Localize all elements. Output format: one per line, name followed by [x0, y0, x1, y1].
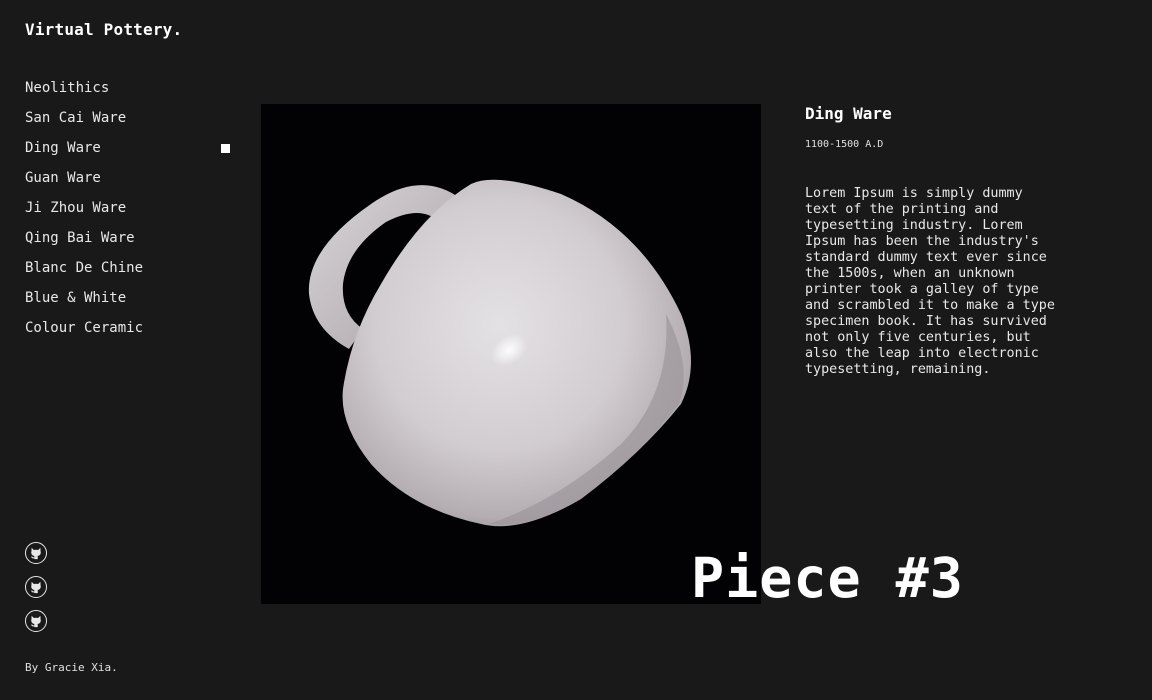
site-logo[interactable]: Virtual Pottery.: [25, 20, 182, 39]
piece-title: Ding Ware: [805, 104, 892, 123]
nav-item-label: Neolithics: [25, 80, 110, 96]
active-marker: [221, 144, 230, 153]
github-link[interactable]: [25, 610, 47, 632]
nav-item-label: Colour Ceramic: [25, 320, 144, 336]
nav-item-blue-and-white[interactable]: Blue & White: [25, 288, 235, 318]
github-icon: [31, 581, 41, 594]
social-links: [25, 542, 47, 644]
nav-item-label: Ding Ware: [25, 140, 101, 156]
sidebar-nav: Neolithics San Cai Ware Ding Ware Guan W…: [25, 78, 235, 348]
nav-item-label: Guan Ware: [25, 170, 101, 186]
nav-item-san-cai-ware[interactable]: San Cai Ware: [25, 108, 235, 138]
nav-item-blanc-de-chine[interactable]: Blanc De Chine: [25, 258, 235, 288]
piece-number-heading: Piece #3: [691, 546, 964, 610]
nav-item-ding-ware[interactable]: Ding Ware: [25, 138, 235, 168]
nav-item-qing-bai-ware[interactable]: Qing Bai Ware: [25, 228, 235, 258]
nav-item-ji-zhou-ware[interactable]: Ji Zhou Ware: [25, 198, 235, 228]
piece-description: Lorem Ipsum is simply dummy text of the …: [805, 186, 1055, 377]
nav-item-label: Blue & White: [25, 290, 127, 306]
pottery-mug-render: [308, 179, 691, 527]
piece-info: Ding Ware 1100-1500 A.D Lorem Ipsum is s…: [805, 104, 1065, 378]
github-link[interactable]: [25, 542, 47, 564]
github-link[interactable]: [25, 576, 47, 598]
page: Virtual Pottery. Neolithics San Cai Ware…: [0, 0, 1152, 700]
author-credit: By Gracie Xia.: [25, 661, 118, 674]
3d-viewer[interactable]: [261, 104, 761, 604]
piece-date: 1100-1500 A.D: [805, 139, 884, 150]
github-icon: [31, 615, 41, 628]
nav-item-label: Ji Zhou Ware: [25, 200, 127, 216]
nav-item-neolithics[interactable]: Neolithics: [25, 78, 235, 108]
nav-item-label: Blanc De Chine: [25, 260, 144, 276]
nav-item-colour-ceramic[interactable]: Colour Ceramic: [25, 318, 235, 348]
nav-item-label: San Cai Ware: [25, 110, 127, 126]
nav-item-label: Qing Bai Ware: [25, 230, 135, 246]
github-icon: [31, 547, 41, 560]
nav-item-guan-ware[interactable]: Guan Ware: [25, 168, 235, 198]
